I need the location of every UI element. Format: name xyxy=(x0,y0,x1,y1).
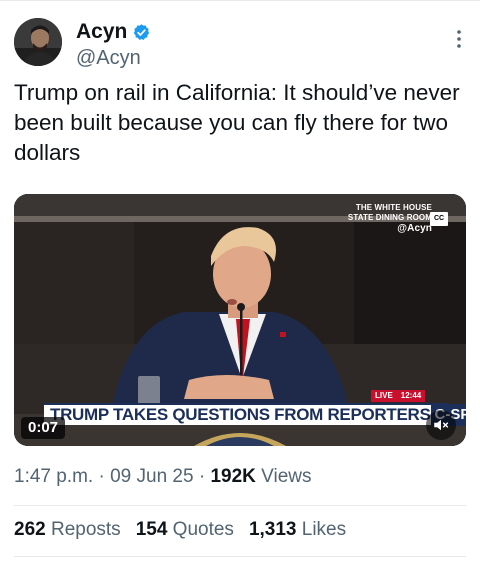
views-label: Views xyxy=(261,466,312,487)
display-name[interactable]: Acyn xyxy=(76,20,151,44)
top-divider xyxy=(0,0,480,1)
avatar[interactable] xyxy=(14,18,62,66)
live-time: 12:44 xyxy=(396,390,426,402)
likes-stat[interactable]: 1,313 Likes xyxy=(249,519,346,541)
location-line-1: THE WHITE HOUSE xyxy=(355,203,432,212)
reposts-label: Reposts xyxy=(50,519,121,540)
more-options-icon[interactable] xyxy=(454,28,464,50)
live-label: LIVE xyxy=(371,390,397,402)
tweet-metadata: 1:47 p.m. · 09 Jun 25 · 192K Views xyxy=(14,466,312,488)
divider xyxy=(14,556,466,557)
watermark-handle: @Acyn xyxy=(397,223,432,234)
post-time[interactable]: 1:47 p.m. xyxy=(14,466,93,487)
tweet-text: Trump on rail in California: It should’v… xyxy=(14,80,460,165)
mute-button[interactable] xyxy=(426,410,456,440)
verified-badge-icon xyxy=(134,23,150,40)
engagement-stats: 262 Reposts 154 Quotes 1,313 Likes xyxy=(14,519,346,541)
quotes-stat[interactable]: 154 Quotes xyxy=(136,519,234,541)
quotes-count: 154 xyxy=(135,519,168,540)
reposts-count: 262 xyxy=(14,519,46,540)
likes-count: 1,313 xyxy=(248,519,297,540)
chyron-text: TRUMP TAKES QUESTIONS FROM REPORTERS xyxy=(50,405,431,424)
location-overlay: THE WHITE HOUSE STATE DINING ROOM @Acyn xyxy=(348,203,432,235)
news-chyron: TRUMP TAKES QUESTIONS FROM REPORTERS C-S… xyxy=(44,403,466,426)
avatar-image xyxy=(14,18,62,66)
live-indicator: LIVE 12:44 xyxy=(371,390,426,402)
meta-separator: · xyxy=(198,466,211,487)
reposts-stat[interactable]: 262 Reposts xyxy=(14,519,121,541)
location-line-2: STATE DINING ROOM xyxy=(347,213,432,222)
video-player[interactable]: THE WHITE HOUSE STATE DINING ROOM @Acyn … xyxy=(14,194,466,446)
display-name-text: Acyn xyxy=(76,20,128,43)
speaker-muted-icon xyxy=(434,419,449,431)
user-handle[interactable]: @Acyn xyxy=(76,46,151,70)
likes-label: Likes xyxy=(301,519,347,540)
divider xyxy=(14,505,466,506)
post-date[interactable]: 09 Jun 25 xyxy=(110,466,193,487)
video-duration: 0:07 xyxy=(21,417,66,439)
meta-separator: · xyxy=(98,466,111,487)
views-count: 192K xyxy=(210,466,256,487)
tweet-header: Acyn @Acyn xyxy=(14,18,466,70)
quotes-label: Quotes xyxy=(172,519,234,540)
closed-captions-icon: CC xyxy=(430,212,448,226)
